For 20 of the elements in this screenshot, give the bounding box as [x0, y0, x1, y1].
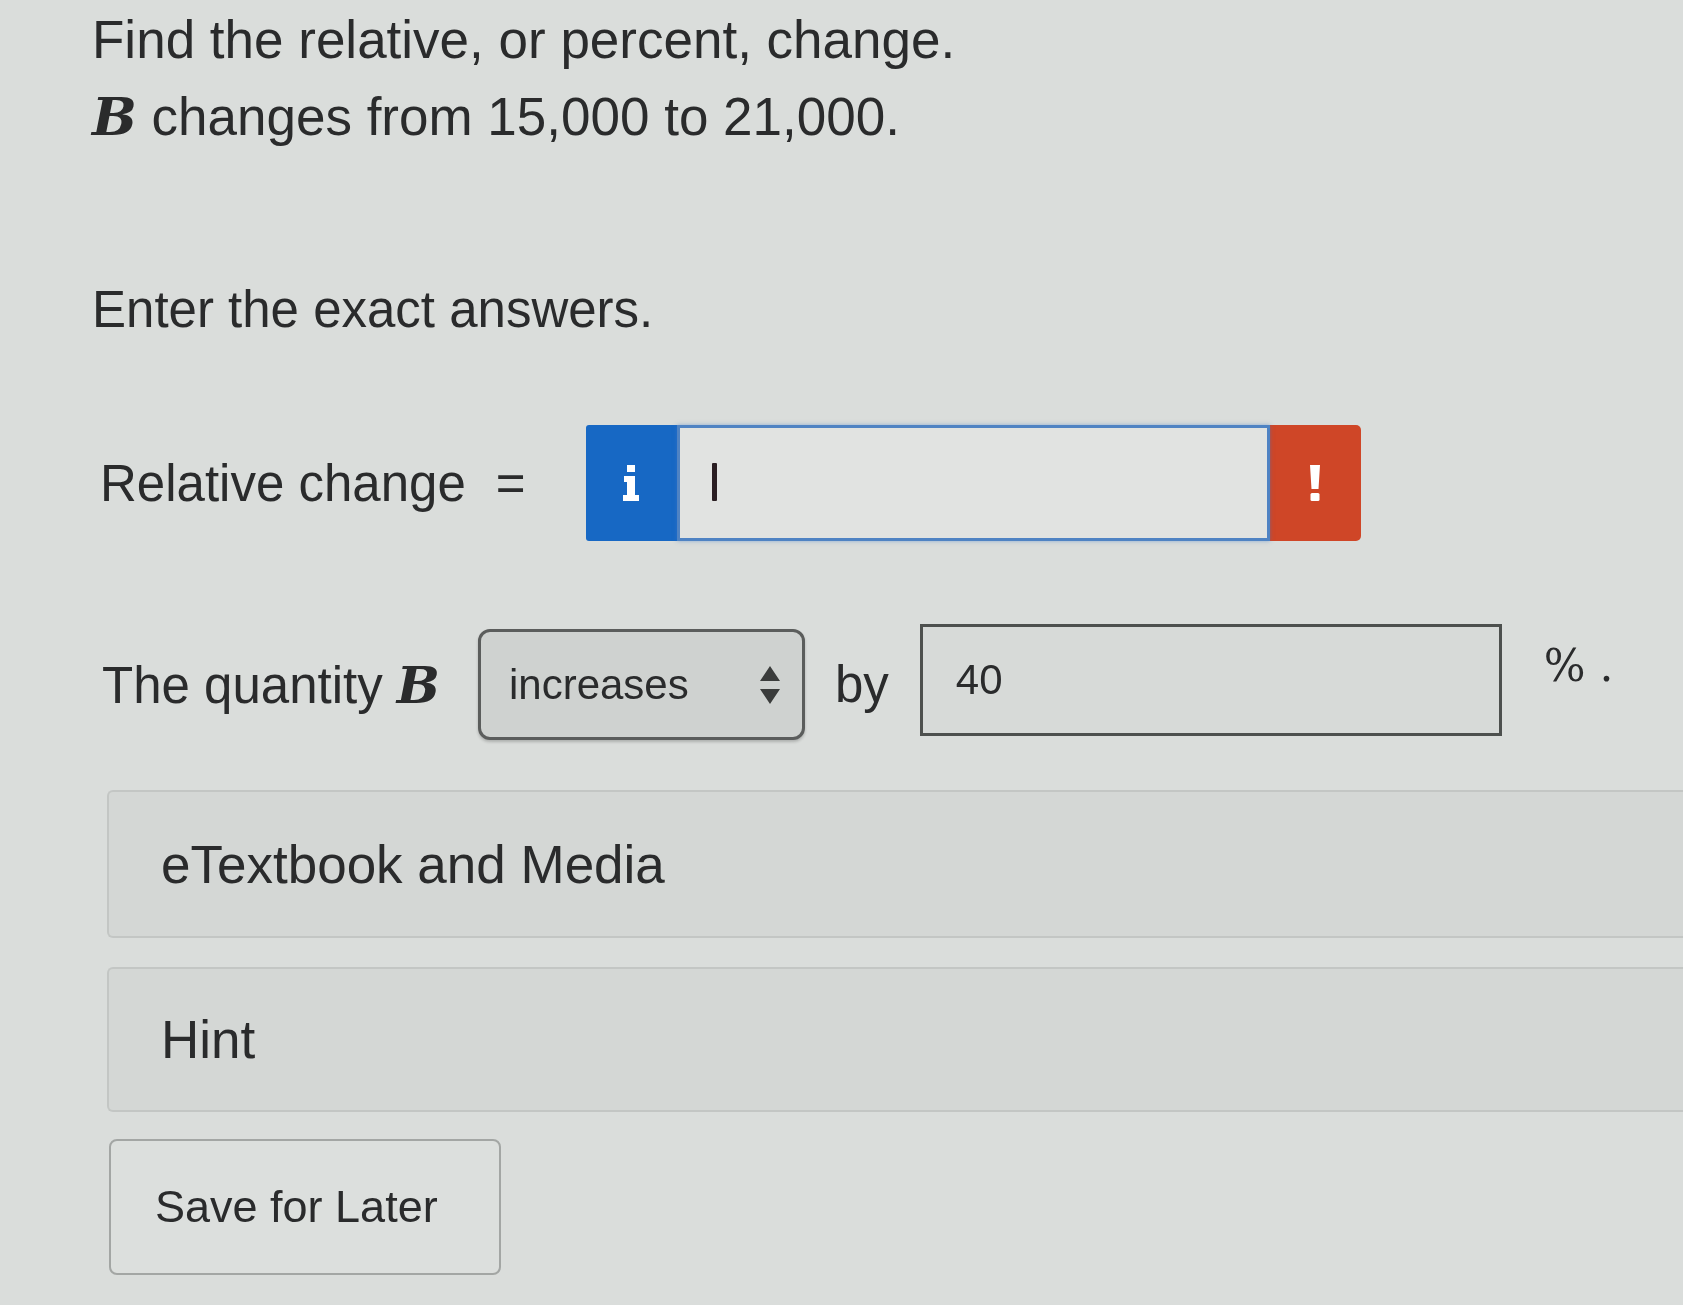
expandable-panel[interactable]: Hint — [107, 967, 1683, 1112]
instruction-text: Enter the exact answers. — [92, 280, 654, 340]
answer-label: Relative change — [100, 453, 466, 513]
direction-select[interactable]: increases — [477, 629, 805, 740]
select-value: increases — [508, 660, 689, 709]
question-title: Find the relative, or percent, change. — [92, 9, 956, 71]
answer-field[interactable]: 40 — [919, 624, 1502, 736]
exclamation-icon — [1309, 465, 1322, 501]
info-icon — [622, 465, 641, 501]
question-statement: B changes from 15,000 to 21,000. — [92, 84, 900, 149]
up-down-caret-icon — [759, 665, 780, 704]
answer-label: The quantity B — [102, 654, 440, 715]
percent-suffix: % . — [1543, 640, 1614, 691]
connector-text: by — [834, 655, 889, 714]
equals-sign: = — [495, 453, 526, 513]
info-button[interactable] — [585, 425, 677, 541]
save-button[interactable]: Save for Later — [109, 1139, 501, 1275]
warning-button[interactable] — [1269, 425, 1361, 541]
expandable-panel[interactable]: eTextbook and Media — [107, 790, 1683, 938]
answer-field[interactable] — [676, 425, 1270, 541]
